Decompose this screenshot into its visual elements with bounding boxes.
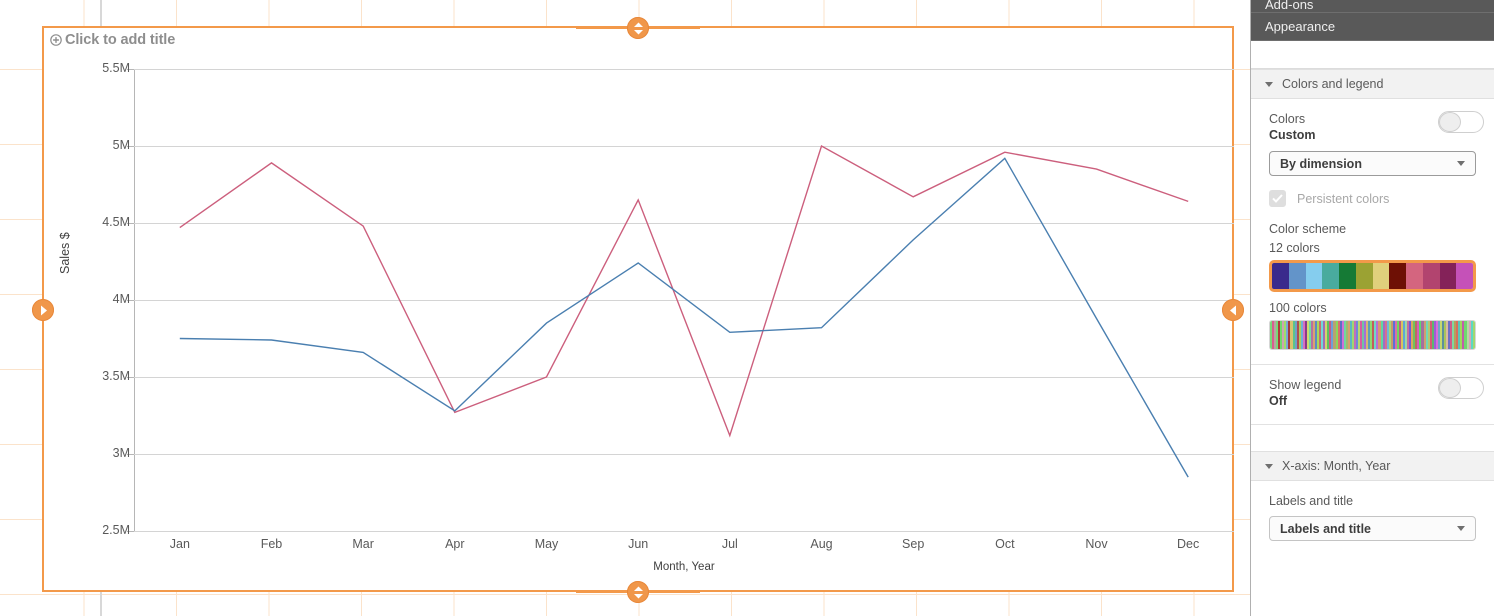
colors-property: Colors Custom	[1251, 99, 1494, 144]
scheme-100-label: 100 colors	[1269, 301, 1327, 315]
x-axis-tick-label: Oct	[995, 537, 1015, 551]
bottom-edge-line-right	[648, 591, 700, 593]
check-icon	[1272, 194, 1283, 203]
panel-tab-add-ons[interactable]: Add-ons	[1251, 0, 1494, 13]
labels-and-title-label: Labels and title	[1269, 494, 1354, 508]
x-axis-tick-label: Sep	[902, 537, 925, 551]
color-scheme-label: Color scheme	[1269, 222, 1347, 236]
chevron-down-icon	[1265, 81, 1273, 87]
color-swatch	[1272, 263, 1289, 289]
y-axis-tick-label: 5.5M	[102, 61, 130, 75]
y-axis-tick-label: 4.5M	[102, 215, 130, 229]
persistent-colors-checkbox[interactable]	[1269, 190, 1286, 207]
chart-title-placeholder[interactable]: Click to add title	[50, 32, 175, 48]
chart-plot-area[interactable]: 5.5M 5M 4.5M 4M 3.5M 3M 2.5M Jan Feb Mar Apr May Ju…	[102, 61, 1234, 573]
chart-title-text: Click to add title	[65, 32, 176, 48]
x-axis-tick-label: Apr	[445, 537, 465, 551]
color-scheme-100-swatches[interactable]	[1269, 320, 1476, 350]
color-swatch	[1288, 263, 1306, 289]
resize-left-handle[interactable]	[32, 299, 54, 321]
show-legend-toggle-knob	[1439, 378, 1461, 398]
panel-tab-appearance-label: Appearance	[1265, 19, 1336, 34]
bottom-edge-line-left	[576, 591, 628, 593]
resize-right-handle[interactable]	[1222, 299, 1244, 321]
color-swatch	[1472, 321, 1475, 349]
labels-and-title-dropdown-value: Labels and title	[1280, 521, 1371, 536]
color-swatch	[1355, 263, 1373, 289]
gridline	[134, 531, 1234, 532]
properties-panel[interactable]: Add-ons Appearance Colors and legend Col…	[1250, 0, 1494, 616]
color-swatch	[1322, 263, 1339, 289]
chevron-down-icon	[1457, 161, 1465, 166]
color-scheme-12-swatches[interactable]	[1269, 260, 1476, 292]
color-swatch	[1305, 263, 1323, 289]
colors-toggle[interactable]	[1438, 111, 1484, 133]
color-swatch	[1339, 263, 1356, 289]
color-swatch	[1422, 263, 1440, 289]
x-axis-tick-label: Mar	[352, 537, 374, 551]
color-swatch	[1372, 263, 1390, 289]
y-axis-tick-label: 5M	[112, 138, 130, 152]
y-axis-title: Sales $	[58, 232, 72, 274]
panel-tab-add-ons-label: Add-ons	[1265, 0, 1314, 12]
plus-circle-icon	[50, 34, 62, 46]
color-swatch	[1406, 263, 1423, 289]
persistent-colors-row[interactable]: Persistent colors	[1251, 176, 1494, 207]
color-mode-dropdown-value: By dimension	[1280, 156, 1362, 171]
line-chart-object[interactable]: Click to add title 5.5M 5M 4.5M 4M 3.5M 3M 2.5…	[42, 26, 1234, 592]
chevron-down-icon	[1265, 463, 1273, 469]
y-axis-tick-label: 4M	[112, 292, 130, 306]
x-axis-tick-label: May	[534, 537, 559, 551]
scheme-12-label: 12 colors	[1269, 241, 1320, 255]
persistent-colors-label: Persistent colors	[1297, 191, 1390, 206]
show-legend-property: Show legend Off	[1251, 365, 1494, 410]
top-edge-line-left	[576, 27, 628, 29]
color-swatch	[1439, 263, 1457, 289]
section-header-colors-label: Colors and legend	[1282, 77, 1384, 91]
series-line-series-1	[179, 144, 1189, 438]
x-axis-tick-label: Feb	[260, 537, 283, 551]
y-axis-tick-label: 3.5M	[102, 369, 130, 383]
x-axis-title: Month, Year	[653, 561, 715, 573]
y-axis-tick-label: 3M	[112, 446, 130, 460]
colors-toggle-knob	[1439, 112, 1461, 132]
color-swatch	[1456, 263, 1473, 289]
color-swatch	[1389, 263, 1406, 289]
section-header-x-axis-label: X-axis: Month, Year	[1282, 459, 1391, 473]
labels-and-title-block: Labels and title	[1251, 481, 1494, 509]
top-edge-line-right	[648, 27, 700, 29]
panel-spacer	[1251, 41, 1494, 69]
show-legend-toggle[interactable]	[1438, 377, 1484, 399]
x-axis-tick-label: Jan	[169, 537, 190, 551]
resize-bottom-handle[interactable]	[627, 581, 649, 603]
chevron-down-icon	[1457, 526, 1465, 531]
x-axis-tick-label: Jun	[628, 537, 649, 551]
section-header-colors-and-legend[interactable]: Colors and legend	[1251, 69, 1494, 99]
color-scheme-block: Color scheme	[1251, 207, 1494, 237]
labels-and-title-dropdown[interactable]: Labels and title	[1269, 516, 1476, 541]
panel-spacer-2	[1251, 425, 1494, 451]
color-mode-dropdown[interactable]: By dimension	[1269, 151, 1476, 176]
y-axis-tick-label: 2.5M	[102, 523, 130, 537]
section-header-x-axis[interactable]: X-axis: Month, Year	[1251, 451, 1494, 481]
x-axis-tick-label: Aug	[810, 537, 833, 551]
panel-tab-appearance[interactable]: Appearance	[1251, 13, 1494, 41]
x-axis-tick-label: Jul	[721, 537, 738, 551]
resize-top-handle[interactable]	[627, 17, 649, 39]
chart-series-lines	[179, 144, 1189, 478]
x-axis-tick-label: Nov	[1085, 537, 1108, 551]
x-axis-tick-label: Dec	[1177, 537, 1200, 551]
